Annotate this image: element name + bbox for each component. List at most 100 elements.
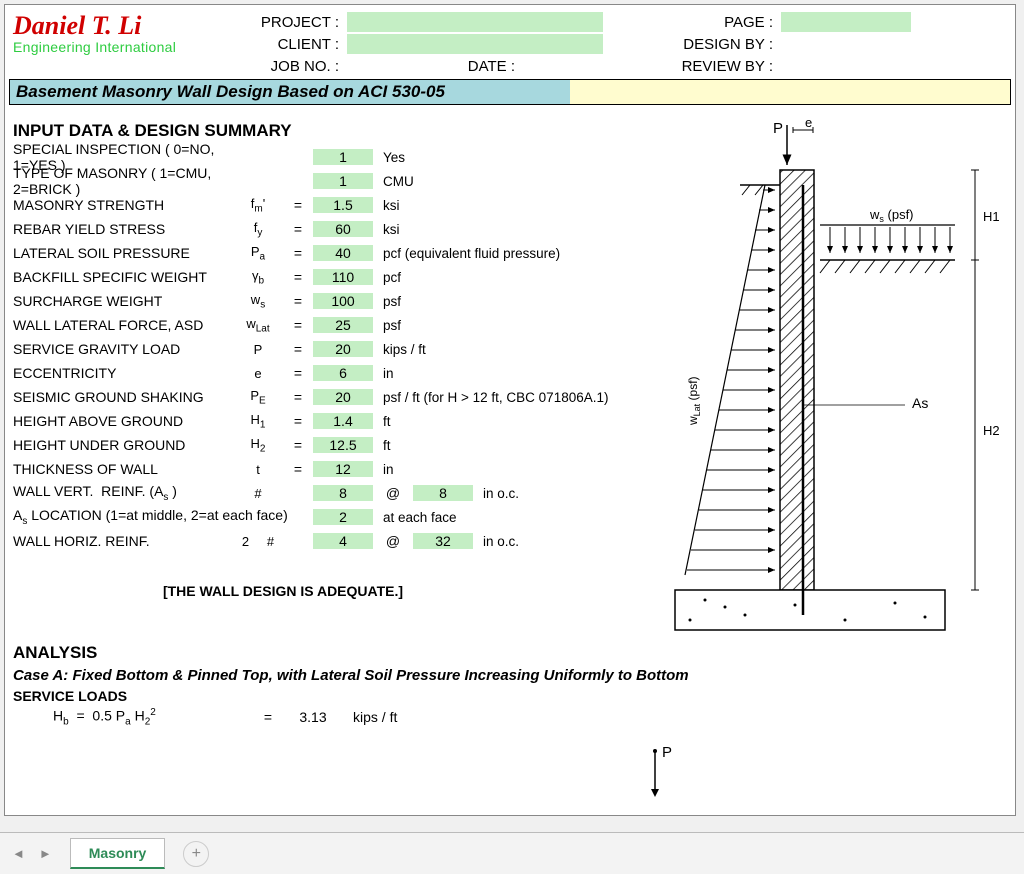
row-value[interactable]: 20 — [313, 389, 373, 405]
row-unit: CMU — [373, 174, 653, 189]
row-value[interactable]: 25 — [313, 317, 373, 333]
formula-val: 3.13 — [283, 709, 343, 725]
as-loc-val[interactable]: 2 — [313, 509, 373, 525]
input-row-13: THICKNESS OF WALLt=12in — [13, 457, 653, 481]
input-row-8: SERVICE GRAVITY LOADP=20kips / ft — [13, 337, 653, 361]
formula-eq: = — [253, 709, 283, 725]
row-value[interactable]: 6 — [313, 365, 373, 381]
analysis-heading: ANALYSIS — [13, 643, 1007, 663]
formula-unit: kips / ft — [343, 709, 397, 725]
diagram-h2-label: H2 — [983, 423, 1000, 438]
row-desc: REBAR YIELD STRESS — [13, 221, 233, 237]
row-unit: psf — [373, 294, 653, 309]
case-a-heading: Case A: Fixed Bottom & Pinned Top, with … — [13, 667, 1007, 684]
sheet-tabs: ◄ ► Masonry + — [0, 832, 1024, 874]
client-input[interactable] — [347, 34, 603, 54]
row-value[interactable]: 60 — [313, 221, 373, 237]
analysis-p-arrow: P — [645, 745, 675, 800]
diagram-as-label: As — [912, 395, 928, 411]
page-label: PAGE : — [627, 14, 777, 31]
horiz-reinf-size[interactable]: 4 — [313, 533, 373, 549]
as-loc-unit: at each face — [373, 510, 653, 525]
diagram-e-label: e — [805, 115, 812, 130]
formula-hb: Hb = 0.5 Pa H22 = 3.13 kips / ft — [13, 706, 1007, 728]
row-eq: = — [283, 269, 313, 285]
meta-block: PROJECT : CLIENT : JOB NO. :DATE : PAGE … — [243, 11, 1007, 77]
input-row-9: ECCENTRICITYe=6in — [13, 361, 653, 385]
input-row-6: SURCHARGE WEIGHTws=100psf — [13, 289, 653, 313]
header: Daniel T. Li Engineering International P… — [5, 5, 1015, 79]
tab-nav-arrows: ◄ ► — [0, 844, 64, 863]
as-loc-desc: As LOCATION (1=at middle, 2=at each face… — [13, 507, 313, 527]
row-symbol: PE — [233, 388, 283, 407]
diagram-h1-label: H1 — [983, 209, 1000, 224]
row-eq: = — [283, 317, 313, 333]
project-input[interactable] — [347, 12, 603, 32]
input-row-1: TYPE OF MASONRY ( 1=CMU, 2=BRICK )1CMU — [13, 169, 653, 193]
row-eq: = — [283, 365, 313, 381]
row-unit: pcf — [373, 270, 653, 285]
vert-reinf-spacing[interactable]: 8 — [413, 485, 473, 501]
row-value[interactable]: 40 — [313, 245, 373, 261]
vert-reinf-desc: WALL VERT. REINF. (As ) — [13, 483, 233, 503]
section-heading-input: INPUT DATA & DESIGN SUMMARY — [13, 121, 653, 141]
row-value[interactable]: 1.5 — [313, 197, 373, 213]
project-label: PROJECT : — [243, 14, 343, 31]
row-unit: Yes — [373, 150, 653, 165]
row-unit: ksi — [373, 198, 653, 213]
tab-prev-icon[interactable]: ◄ — [8, 844, 29, 863]
vert-reinf-hash: # — [233, 486, 283, 501]
row-value[interactable]: 12 — [313, 461, 373, 477]
row-symbol: H1 — [233, 412, 283, 431]
input-data-section: INPUT DATA & DESIGN SUMMARY SPECIAL INSP… — [13, 115, 653, 599]
add-sheet-button[interactable]: + — [183, 841, 209, 867]
row-symbol: t — [233, 462, 283, 477]
page-input[interactable] — [781, 12, 911, 32]
vert-reinf-unit: in o.c. — [473, 486, 653, 501]
worksheet: Daniel T. Li Engineering International P… — [4, 4, 1016, 816]
date-label: DATE : — [399, 58, 519, 75]
row-eq: = — [283, 197, 313, 213]
horiz-reinf-at: @ — [373, 533, 413, 549]
wall-diagram: P e wLat (psf) — [645, 115, 1005, 635]
row-unit: pcf (equivalent fluid pressure) — [373, 246, 653, 261]
row-value[interactable]: 12.5 — [313, 437, 373, 453]
input-row-4: LATERAL SOIL PRESSUREPa=40pcf (equivalen… — [13, 241, 653, 265]
date-input[interactable] — [523, 56, 603, 76]
row-value[interactable]: 1 — [313, 149, 373, 165]
review-label: REVIEW BY : — [627, 58, 777, 75]
tab-masonry[interactable]: Masonry — [70, 838, 166, 869]
row-desc: HEIGHT UNDER GROUND — [13, 437, 233, 453]
page-title: Basement Masonry Wall Design Based on AC… — [10, 80, 570, 104]
diagram-p-label: P — [773, 120, 783, 137]
vert-reinf-size[interactable]: 8 — [313, 485, 373, 501]
row-value[interactable]: 20 — [313, 341, 373, 357]
row-desc: ECCENTRICITY — [13, 365, 233, 381]
logo-subtitle: Engineering International — [13, 39, 243, 55]
jobno-input[interactable] — [347, 56, 399, 76]
horiz-reinf-unit: in o.c. — [473, 534, 653, 549]
diagram-ws-label: ws (psf) — [869, 207, 914, 225]
row-value[interactable]: 110 — [313, 269, 373, 285]
jobno-label: JOB NO. : — [243, 58, 343, 75]
vert-reinf-at: @ — [373, 485, 413, 501]
design-input[interactable] — [781, 34, 911, 54]
row-desc: WALL LATERAL FORCE, ASD — [13, 317, 233, 333]
logo: Daniel T. Li Engineering International — [13, 11, 243, 55]
row-desc: HEIGHT ABOVE GROUND — [13, 413, 233, 429]
row-value[interactable]: 100 — [313, 293, 373, 309]
row-value[interactable]: 1.4 — [313, 413, 373, 429]
row-unit: ksi — [373, 222, 653, 237]
row-eq: = — [283, 293, 313, 309]
tab-next-icon[interactable]: ► — [35, 844, 56, 863]
row-horiz-reinf: WALL HORIZ. REINF. 2 # 4 @ 32 in o.c. — [13, 529, 653, 553]
horiz-reinf-count: 2 — [233, 534, 258, 549]
horiz-reinf-spacing[interactable]: 32 — [413, 533, 473, 549]
row-eq: = — [283, 221, 313, 237]
adequacy-status: [THE WALL DESIGN IS ADEQUATE.] — [73, 583, 493, 599]
review-input[interactable] — [781, 56, 911, 76]
row-value[interactable]: 1 — [313, 173, 373, 189]
row-eq: = — [283, 413, 313, 429]
diagram-wlat-label: wLat (psf) — [686, 376, 703, 426]
row-symbol: wLat — [233, 316, 283, 335]
